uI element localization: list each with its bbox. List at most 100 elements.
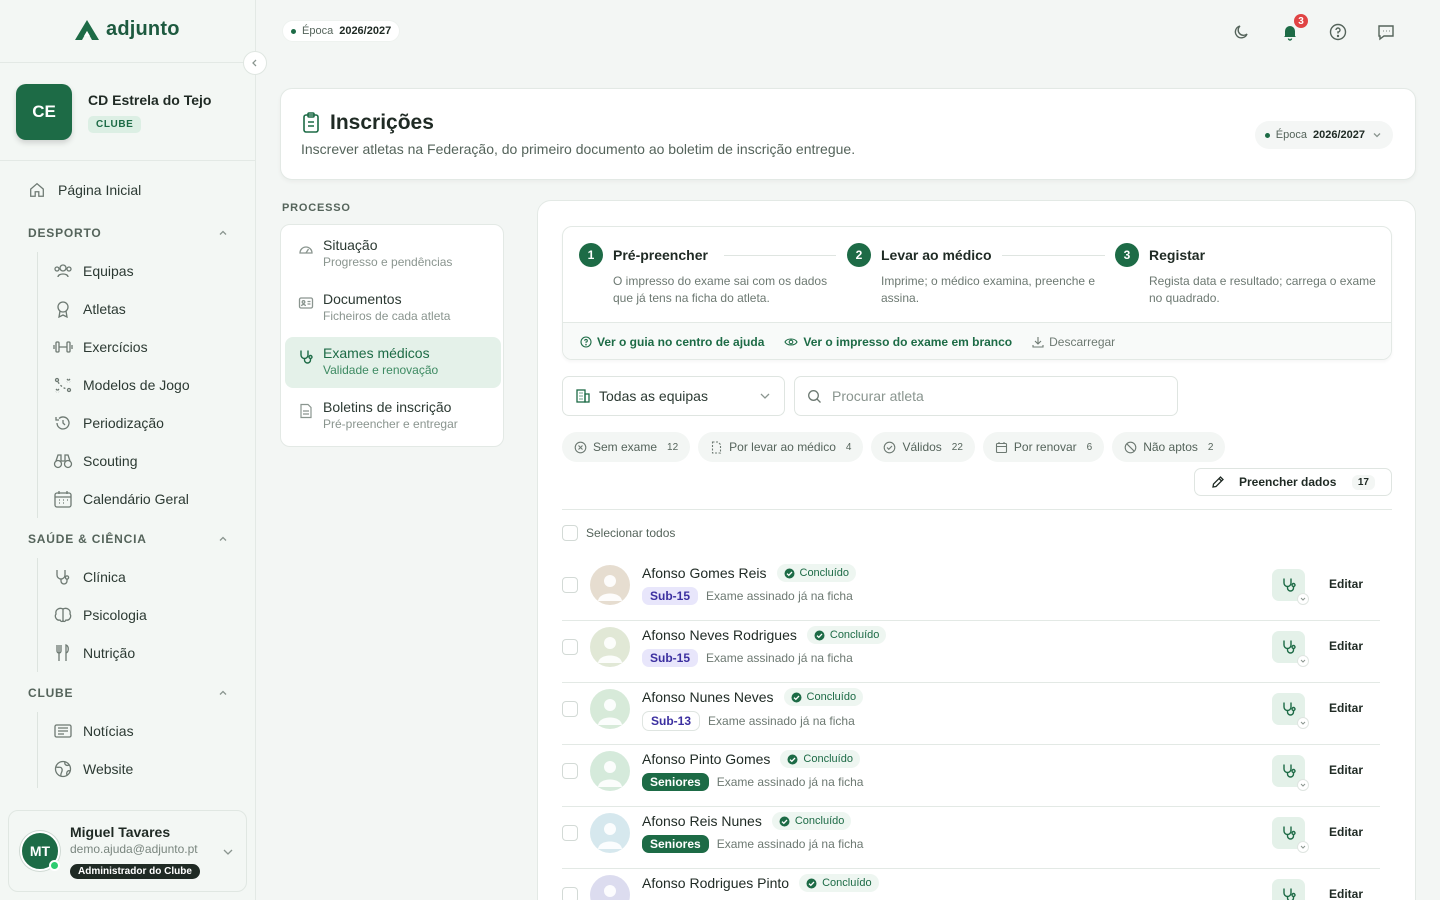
exam-action-button[interactable]	[1272, 879, 1305, 900]
club-header[interactable]: CE CD Estrela do Tejo CLUBE	[16, 84, 211, 140]
nav-home[interactable]: Página Inicial	[28, 181, 141, 199]
club-tag: CLUBE	[88, 115, 142, 133]
download-link[interactable]: Descarregar	[1032, 335, 1115, 349]
status-label: Concluído	[794, 815, 845, 827]
section-desporto[interactable]: DESPORTO	[28, 226, 228, 240]
exam-note: Exame assinado já na ficha	[716, 775, 864, 789]
season-select[interactable]: Época 2026/2027	[1254, 121, 1393, 149]
step-number: 1	[579, 243, 603, 267]
step-description: Imprime; o médico examina, preenche e as…	[881, 274, 1096, 305]
sidebar-item-noticias[interactable]: Notícias	[53, 722, 134, 740]
steps-links: Ver o guia no centro de ajuda Ver o impr…	[563, 322, 1391, 359]
athlete-name[interactable]: Afonso Nunes Neves	[642, 689, 774, 705]
binoculars-icon	[53, 454, 73, 469]
table-row[interactable]: Afonso Nunes Neves Concluído Sub-13 Exame a…	[562, 683, 1380, 745]
table-row[interactable]: Afonso Rodrigues Pinto Concluído Editar	[562, 869, 1380, 900]
sidebar-item-exercicios[interactable]: Exercícios	[53, 338, 148, 356]
athlete-name[interactable]: Afonso Gomes Reis	[642, 565, 767, 581]
newspaper-icon	[54, 724, 72, 738]
status-label: Concluído	[806, 691, 857, 703]
exam-action-button[interactable]	[1272, 569, 1309, 605]
sidebar-item-nutricao[interactable]: Nutrição	[53, 644, 135, 662]
nav-tree-line	[37, 712, 38, 788]
section-clube[interactable]: CLUBE	[28, 686, 228, 700]
sidebar-item-clinica[interactable]: Clínica	[53, 568, 126, 586]
athlete-name-line: Afonso Nunes Neves Concluído	[642, 688, 864, 706]
athlete-name[interactable]: Afonso Neves Rodrigues	[642, 627, 797, 643]
chip-label: Sem exame	[593, 440, 658, 454]
table-row[interactable]: Afonso Neves Rodrigues Concluído Sub-15 Exa…	[562, 621, 1380, 683]
edit-button[interactable]: Editar	[1329, 577, 1363, 591]
athlete-search[interactable]: Procurar atleta	[794, 376, 1178, 416]
row-checkbox[interactable]	[562, 577, 578, 593]
sidebar-item-label: Notícias	[83, 723, 134, 739]
athlete-meta: Sub-13 Exame assinado já na ficha	[642, 711, 855, 731]
process-item-boletins[interactable]: Boletins de inscrição Pré-preencher e en…	[285, 391, 501, 442]
filter-chip-por-renovar[interactable]: Por renovar 6	[982, 432, 1105, 462]
edit-button[interactable]: Editar	[1329, 763, 1363, 777]
circle-x-icon	[574, 441, 587, 453]
fill-data-button[interactable]: Preencher dados 17	[1194, 468, 1392, 496]
stethoscope-icon	[1282, 764, 1296, 778]
sidebar-item-calendario-geral[interactable]: Calendário Geral	[53, 490, 189, 508]
filter-chip-nao-aptos[interactable]: Não aptos 2	[1112, 432, 1226, 462]
edit-button[interactable]: Editar	[1329, 639, 1363, 653]
divider	[0, 62, 256, 63]
table-row[interactable]: Afonso Pinto Gomes Concluído Seniores Exame…	[562, 745, 1380, 807]
row-checkbox[interactable]	[562, 701, 578, 717]
table-row[interactable]: Afonso Reis Nunes Concluído Seniores Exame …	[562, 807, 1380, 869]
row-checkbox[interactable]	[562, 639, 578, 655]
avatar	[590, 875, 630, 900]
sidebar-collapse-button[interactable]	[243, 51, 267, 75]
athlete-name[interactable]: Afonso Pinto Gomes	[642, 751, 770, 767]
sidebar-item-website[interactable]: Website	[53, 760, 133, 778]
app-logo[interactable]: adjunto	[74, 18, 180, 41]
sidebar-item-atletas[interactable]: Atletas	[53, 300, 126, 318]
row-checkbox[interactable]	[562, 825, 578, 841]
exam-action-button[interactable]	[1272, 693, 1309, 729]
filter-chip-sem-exame[interactable]: Sem exame 12	[562, 432, 691, 462]
process-item-exames-medicos[interactable]: Exames médicos Validade e renovação	[285, 337, 501, 388]
edit-button[interactable]: Editar	[1329, 825, 1363, 839]
row-checkbox[interactable]	[562, 763, 578, 779]
select-all[interactable]: Selecionar todos	[562, 525, 675, 541]
user-card[interactable]: MT Miguel Tavares demo.ajuda@adjunto.pt …	[8, 810, 247, 892]
table-row[interactable]: Afonso Gomes Reis Concluído Sub-15 Exame as…	[562, 559, 1380, 621]
help-button[interactable]	[1328, 22, 1348, 42]
select-all-checkbox[interactable]	[562, 525, 578, 541]
athlete-name[interactable]: Afonso Reis Nunes	[642, 813, 762, 829]
theme-toggle-button[interactable]	[1232, 22, 1252, 42]
sidebar-item-psicologia[interactable]: Psicologia	[53, 606, 147, 624]
team-tag: Sub-15	[642, 649, 699, 667]
messages-button[interactable]	[1376, 22, 1396, 42]
sidebar-item-label: Periodização	[83, 415, 164, 431]
team-select[interactable]: Todas as equipas	[562, 376, 785, 416]
sidebar-item-equipas[interactable]: Equipas	[53, 262, 134, 280]
help-guide-link[interactable]: Ver o guia no centro de ajuda	[580, 335, 764, 349]
blank-form-link[interactable]: Ver o impresso do exame em branco	[784, 335, 1012, 349]
row-checkbox[interactable]	[562, 887, 578, 900]
status-badge: Concluído	[806, 626, 887, 644]
edit-button[interactable]: Editar	[1329, 887, 1363, 900]
exam-action-button[interactable]	[1272, 631, 1309, 667]
athlete-name[interactable]: Afonso Rodrigues Pinto	[642, 875, 789, 891]
exam-action-button[interactable]	[1272, 817, 1309, 853]
filter-chip-por-levar[interactable]: Por levar ao médico 4	[698, 432, 864, 462]
check-circle-icon	[814, 630, 825, 640]
search-input[interactable]: Procurar atleta	[832, 388, 924, 404]
sidebar-item-scouting[interactable]: Scouting	[53, 452, 137, 470]
section-saude-ciencia[interactable]: SAÚDE & CIÊNCIA	[28, 532, 228, 546]
status-dot	[1264, 132, 1270, 138]
team-tag: Sub-15	[642, 587, 699, 605]
process-item-subtitle: Pré-preencher e entregar	[323, 417, 458, 431]
process-item-situacao[interactable]: Situação Progresso e pendências	[285, 229, 501, 280]
steps-card: 1 Pré-preencher O impresso do exame sai …	[562, 226, 1392, 360]
filter-chip-validos[interactable]: Válidos 22	[871, 432, 975, 462]
edit-button[interactable]: Editar	[1329, 701, 1363, 715]
building-icon	[576, 389, 590, 403]
pencil-icon	[1212, 476, 1224, 488]
sidebar-item-modelos-de-jogo[interactable]: Modelos de Jogo	[53, 376, 190, 394]
process-item-documentos[interactable]: Documentos Ficheiros de cada atleta	[285, 283, 501, 334]
sidebar-item-periodizacao[interactable]: Periodização	[53, 414, 164, 432]
exam-action-button[interactable]	[1272, 755, 1309, 791]
